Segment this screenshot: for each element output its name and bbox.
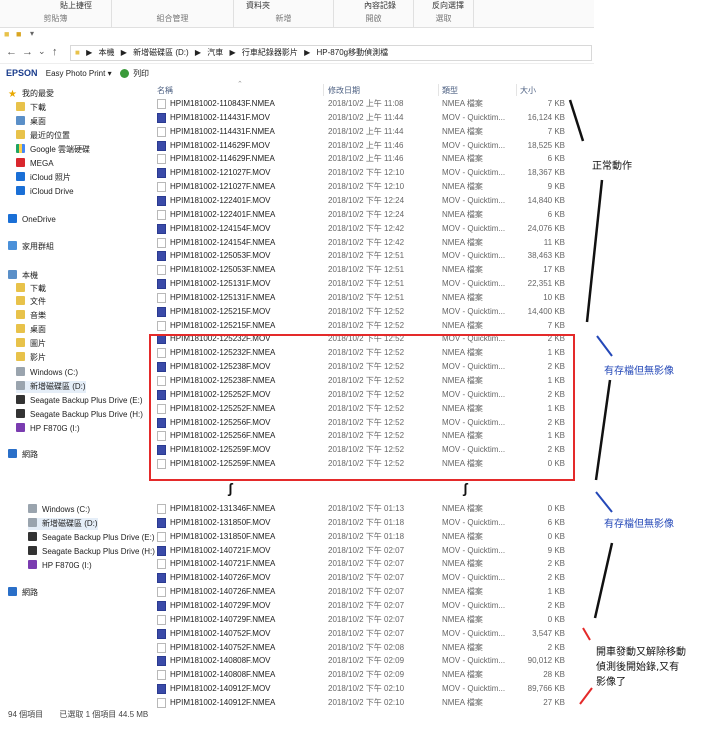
annotation-normal: 正常動作 — [592, 161, 632, 172]
annotation-restart-line-1: 開車發動又解除移動 — [596, 647, 686, 658]
status-bar: 94 個項目 已選取 1 個項目 44.5 MB — [8, 709, 162, 720]
selection-info: 已選取 1 個項目 44.5 MB — [59, 710, 149, 719]
annotation-line — [596, 335, 613, 357]
annotation-restart-line-2: 偵測後開始錄,又有 — [596, 662, 680, 673]
annotation-line — [568, 99, 585, 142]
annotation-no-video-1: 有存檔但無影像 — [604, 366, 674, 377]
annotation-line — [585, 179, 604, 323]
annotation-line — [595, 491, 613, 513]
annotation-restart-line-3: 影像了 — [596, 677, 626, 688]
annotation-line — [594, 379, 612, 481]
annotation-line — [582, 627, 591, 641]
annotation-no-video-2: 有存檔但無影像 — [604, 519, 674, 530]
annotation-line — [579, 687, 593, 705]
item-count: 94 個項目 — [8, 710, 44, 719]
annotation-line — [593, 542, 614, 619]
